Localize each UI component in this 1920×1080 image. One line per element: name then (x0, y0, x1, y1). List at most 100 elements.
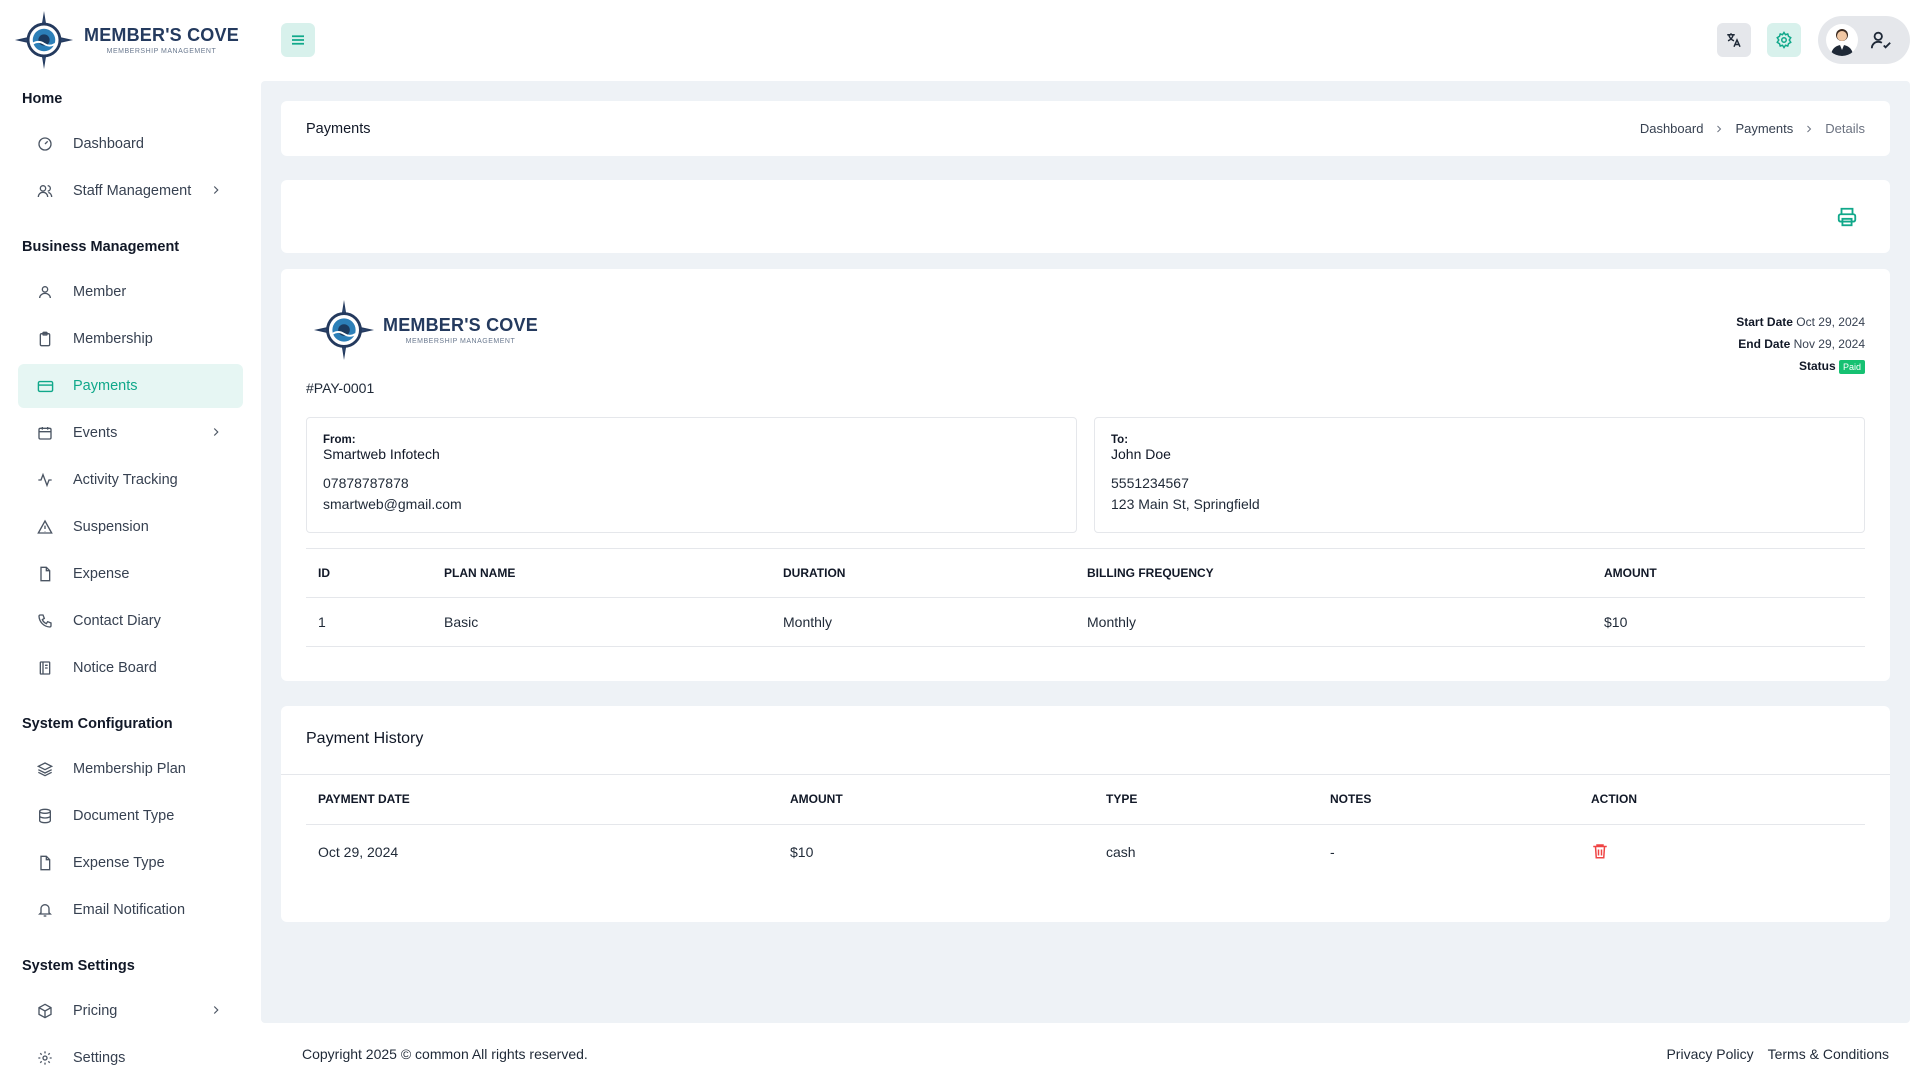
from-phone: 07878787878 (323, 475, 409, 491)
sidebar-item-label: Activity Tracking (73, 472, 178, 488)
sidebar-item-label: Expense (73, 566, 130, 582)
cell-type: cash (1106, 844, 1136, 861)
settings-button[interactable] (1767, 23, 1801, 57)
nav-section-system-configuration: System Configuration (22, 716, 173, 732)
breadcrumb-dashboard[interactable]: Dashboard (1640, 121, 1704, 136)
sidebar-item-membership-plan[interactable]: Membership Plan (18, 747, 243, 791)
sidebar: MEMBER'S COVE MEMBERSHIP MANAGEMENT Home… (0, 0, 261, 1080)
calendar-icon (36, 424, 54, 442)
privacy-policy-link[interactable]: Privacy Policy (1666, 1046, 1753, 1062)
sidebar-item-payments[interactable]: Payments (18, 364, 243, 408)
chevron-right-icon (1803, 123, 1815, 135)
sidebar-item-label: Email Notification (73, 902, 186, 918)
sidebar-item-pricing[interactable]: Pricing (18, 989, 243, 1033)
chevron-right-icon (213, 1006, 219, 1014)
payment-history-title: Payment History (306, 730, 424, 747)
to-box: To: John Doe 5551234567 123 Main St, Spr… (1094, 417, 1865, 533)
start-date-label: Start Date (1736, 315, 1793, 329)
delete-payment-button[interactable] (1591, 842, 1609, 860)
breadcrumb: Dashboard Payments Details (1640, 121, 1865, 136)
printer-icon[interactable] (1836, 206, 1858, 228)
cell-action (1579, 824, 1865, 880)
menu-toggle-button[interactable] (281, 23, 315, 57)
user-icon (36, 283, 54, 301)
brand-name: MEMBER'S COVE (84, 25, 239, 45)
status-badge: Paid (1838, 359, 1865, 374)
bell-icon (36, 901, 54, 919)
sidebar-item-label: Events (73, 425, 118, 441)
translate-icon (1727, 33, 1741, 48)
to-label: To: (1111, 434, 1129, 446)
sidebar-item-expense-type[interactable]: Expense Type (18, 841, 243, 885)
clipboard-icon (36, 330, 54, 348)
language-button[interactable] (1717, 23, 1751, 57)
sidebar-item-notice-board[interactable]: Notice Board (18, 646, 243, 690)
sidebar-item-document-type[interactable]: Document Type (18, 794, 243, 838)
sidebar-item-membership[interactable]: Membership (18, 317, 243, 361)
cell-payment-date: Oct 29, 2024 (318, 844, 399, 861)
database-icon (36, 807, 54, 825)
invoice-card: MEMBER'S COVE MEMBERSHIP MANAGEMENT Star… (281, 269, 1890, 681)
sidebar-item-label: Staff Management (73, 183, 192, 199)
footer-links: Privacy Policy Terms & Conditions (1666, 1046, 1889, 1062)
users-icon (36, 182, 54, 200)
breadcrumb-payments[interactable]: Payments (1735, 121, 1793, 136)
file-icon (36, 565, 54, 583)
invoice-dates: Start Date Oct 29, 2024 End Date Nov 29,… (1736, 311, 1865, 377)
sidebar-item-email-notification[interactable]: Email Notification (18, 888, 243, 932)
from-label: From: (323, 434, 356, 446)
cell-id: 1 (306, 597, 432, 647)
sidebar-item-label: Membership Plan (73, 761, 186, 777)
avatar (1826, 24, 1858, 56)
page-title: Payments (306, 121, 371, 137)
gauge-icon (36, 135, 54, 153)
brand-tagline: MEMBERSHIP MANAGEMENT (106, 48, 217, 55)
sidebar-item-label: Suspension (73, 519, 149, 535)
column-header: BILLING FREQUENCY (1075, 548, 1592, 598)
sidebar-item-settings[interactable]: Settings (18, 1036, 243, 1080)
nav-section-system-settings: System Settings (22, 958, 135, 974)
invoice-brand-tagline: MEMBERSHIP MANAGEMENT (405, 338, 516, 345)
sidebar-item-activity-tracking[interactable]: Activity Tracking (18, 458, 243, 502)
terms-conditions-link[interactable]: Terms & Conditions (1768, 1046, 1889, 1062)
column-header: PAYMENT DATE (306, 775, 778, 825)
to-name: John Doe (1111, 446, 1171, 462)
footer-copyright: Copyright 2025 © common All rights reser… (302, 1046, 588, 1062)
column-header: AMOUNT (1592, 548, 1865, 598)
from-email: smartweb@gmail.com (323, 496, 462, 512)
sidebar-item-label: Dashboard (73, 136, 144, 152)
sidebar-item-label: Payments (73, 378, 138, 394)
nav-section-home: Home (22, 91, 63, 107)
sidebar-item-staff-management[interactable]: Staff Management (18, 169, 243, 213)
cell-plan-name: Basic (432, 597, 771, 647)
user-menu[interactable] (1818, 16, 1910, 64)
sidebar-item-label: Notice Board (73, 660, 157, 676)
gear-icon (36, 1049, 54, 1067)
brand-logo[interactable]: MEMBER'S COVE MEMBERSHIP MANAGEMENT (14, 8, 239, 72)
warning-icon (36, 518, 54, 536)
sidebar-item-dashboard[interactable]: Dashboard (18, 122, 243, 166)
payment-history-table: PAYMENT DATE AMOUNT TYPE NOTES ACTION Oc… (306, 775, 1865, 880)
table-row: 1 Basic Monthly Monthly $10 (306, 597, 1865, 647)
sidebar-item-member[interactable]: Member (18, 270, 243, 314)
main-content: Payments Dashboard Payments Details MEMB… (261, 81, 1910, 1023)
end-date-label: End Date (1738, 337, 1791, 351)
column-header: ID (306, 548, 432, 598)
invoice-brand-name: MEMBER'S COVE (383, 315, 538, 335)
cell-amount: $10 (1592, 597, 1865, 647)
payment-history-card: Payment History PAYMENT DATE AMOUNT TYPE… (281, 706, 1890, 922)
credit-card-icon (36, 377, 54, 395)
sidebar-item-label: Pricing (73, 1003, 118, 1019)
sidebar-item-events[interactable]: Events (18, 411, 243, 455)
sidebar-item-expense[interactable]: Expense (18, 552, 243, 596)
sidebar-item-contact-diary[interactable]: Contact Diary (18, 599, 243, 643)
from-name: Smartweb Infotech (323, 446, 440, 462)
sidebar-item-suspension[interactable]: Suspension (18, 505, 243, 549)
page-header: Payments Dashboard Payments Details (281, 101, 1890, 156)
invoice-id: #PAY-0001 (306, 380, 375, 396)
sidebar-nav: Home Dashboard Staff Management Business… (0, 84, 261, 1080)
table-header-row: PAYMENT DATE AMOUNT TYPE NOTES ACTION (306, 775, 1865, 825)
sidebar-item-label: Document Type (73, 808, 175, 824)
cell-duration: Monthly (771, 597, 1075, 647)
chevron-right-icon (1713, 123, 1725, 135)
